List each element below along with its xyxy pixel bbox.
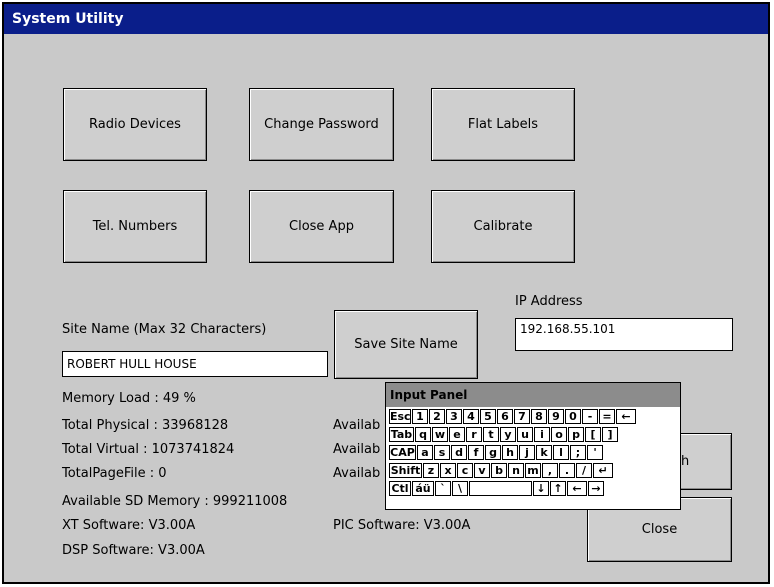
flat-labels-button[interactable]: Flat Labels xyxy=(431,88,575,161)
site-name-label: Site Name (Max 32 Characters) xyxy=(62,322,267,337)
keyboard-row: Tab q w e r t y u i o p[] xyxy=(389,427,619,443)
input-panel-title: Input Panel xyxy=(386,383,680,407)
available-text-1: Availab xyxy=(333,418,381,433)
keyboard-key[interactable]: e xyxy=(449,427,465,442)
total-virtual-text: Total Virtual : 1073741824 xyxy=(62,442,235,457)
site-name-field[interactable]: ROBERT HULL HOUSE xyxy=(62,351,328,377)
keyboard-key[interactable]: ↑ xyxy=(550,481,566,496)
memory-load-text: Memory Load : 49 % xyxy=(62,391,196,406)
keyboard-row: CAP a s d f g h j k l; ' xyxy=(389,445,604,461)
keyboard-key[interactable]: ; xyxy=(570,445,586,460)
keyboard-key[interactable]: 5 xyxy=(480,409,496,424)
keyboard-key[interactable]: h xyxy=(502,445,518,460)
keyboard-key[interactable]: [ xyxy=(585,427,601,442)
keyboard-key[interactable]: 7 xyxy=(514,409,530,424)
keyboard-key[interactable]: m xyxy=(525,463,541,478)
keyboard-key[interactable]: v xyxy=(474,463,490,478)
keyboard-key[interactable]: ↓ xyxy=(533,481,549,496)
keyboard-key[interactable]: 1 xyxy=(412,409,428,424)
keyboard-key[interactable]: c xyxy=(457,463,473,478)
keyboard-key[interactable]: 0 xyxy=(565,409,581,424)
keyboard-key[interactable]: r xyxy=(466,427,482,442)
keyboard-key[interactable]: Tab xyxy=(389,427,414,442)
keyboard-key[interactable]: j xyxy=(519,445,535,460)
keyboard-key[interactable]: s xyxy=(434,445,450,460)
keyboard-row: Shift z x c v b n m,. / ↵ xyxy=(389,463,614,479)
ip-address-label: IP Address xyxy=(515,294,583,309)
keyboard-key[interactable]: a xyxy=(417,445,433,460)
keyboard-key[interactable]: 9 xyxy=(548,409,564,424)
keyboard-key[interactable]: Esc xyxy=(389,409,411,424)
keyboard-key[interactable]: = xyxy=(599,409,615,424)
keyboard-key[interactable]: q xyxy=(415,427,431,442)
keyboard-key[interactable]: d xyxy=(451,445,467,460)
tel-numbers-button[interactable]: Tel. Numbers xyxy=(63,190,207,263)
keyboard-key[interactable]: 3 xyxy=(446,409,462,424)
keyboard-key[interactable]: 6 xyxy=(497,409,513,424)
keyboard-key[interactable]: z xyxy=(423,463,439,478)
available-sd-memory-text: Available SD Memory : 999211008 xyxy=(62,494,288,509)
dsp-software-text: DSP Software: V3.00A xyxy=(62,543,205,558)
keyboard-key[interactable] xyxy=(469,481,532,496)
keyboard-key[interactable]: ← xyxy=(567,481,587,496)
input-panel: Input Panel Esc 1 2 3 4 5 6 7 8 9 0- = ← Tab q w e r t y u i o… xyxy=(385,382,681,510)
keyboard-key[interactable]: b xyxy=(491,463,507,478)
keyboard-key[interactable]: t xyxy=(483,427,499,442)
keyboard-row: Esc 1 2 3 4 5 6 7 8 9 0- = ← xyxy=(389,409,637,425)
keyboard-key[interactable]: u xyxy=(517,427,533,442)
keyboard-key[interactable]: \ xyxy=(452,481,468,496)
total-pagefile-text: TotalPageFile : 0 xyxy=(62,466,167,481)
keyboard-key[interactable]: → xyxy=(588,481,604,496)
pic-software-text: PIC Software: V3.00A xyxy=(333,518,471,533)
keyboard-key[interactable]: w xyxy=(432,427,448,442)
keyboard-key[interactable]: k xyxy=(536,445,552,460)
keyboard-key[interactable]: y xyxy=(500,427,516,442)
close-app-button[interactable]: Close App xyxy=(249,190,394,263)
keyboard-row: Ctl áü ` \ ↓ ↑ ← → xyxy=(389,481,605,497)
keyboard-key[interactable]: ↵ xyxy=(593,463,613,478)
keyboard-key[interactable]: g xyxy=(485,445,501,460)
available-text-3: Availab xyxy=(333,466,381,481)
keyboard-key[interactable]: / xyxy=(576,463,592,478)
keyboard-key[interactable]: - xyxy=(582,409,598,424)
keyboard-key[interactable]: ← xyxy=(616,409,636,424)
keyboard-key[interactable]: 4 xyxy=(463,409,479,424)
keyboard-key[interactable]: n xyxy=(508,463,524,478)
keyboard-key[interactable]: , xyxy=(542,463,558,478)
keyboard-key[interactable]: áü xyxy=(412,481,434,496)
window-title: System Utility xyxy=(4,4,768,34)
keyboard-key[interactable]: 8 xyxy=(531,409,547,424)
keyboard-key[interactable]: x xyxy=(440,463,456,478)
keyboard-key[interactable]: Shift xyxy=(389,463,422,478)
ip-address-field[interactable]: 192.168.55.101 xyxy=(515,318,733,351)
total-physical-text: Total Physical : 33968128 xyxy=(62,418,229,433)
system-utility-window: System Utility Radio Devices Change Pass… xyxy=(2,2,770,584)
keyboard-key[interactable]: ] xyxy=(602,427,618,442)
keyboard-key[interactable]: p xyxy=(568,427,584,442)
keyboard-key[interactable]: 2 xyxy=(429,409,445,424)
keyboard-key[interactable]: f xyxy=(468,445,484,460)
change-password-button[interactable]: Change Password xyxy=(249,88,394,161)
keyboard-key[interactable]: Ctl xyxy=(389,481,411,496)
keyboard-key[interactable]: . xyxy=(559,463,575,478)
radio-devices-button[interactable]: Radio Devices xyxy=(63,88,207,161)
keyboard-key[interactable]: l xyxy=(553,445,569,460)
keyboard-key[interactable]: ` xyxy=(435,481,451,496)
xt-software-text: XT Software: V3.00A xyxy=(62,518,196,533)
keyboard-key[interactable]: i xyxy=(534,427,550,442)
calibrate-button[interactable]: Calibrate xyxy=(431,190,575,263)
keyboard-key[interactable]: o xyxy=(551,427,567,442)
keyboard-key[interactable]: ' xyxy=(587,445,603,460)
save-site-name-button[interactable]: Save Site Name xyxy=(334,310,478,379)
keyboard-key[interactable]: CAP xyxy=(389,445,416,460)
available-text-2: Availab xyxy=(333,442,381,457)
